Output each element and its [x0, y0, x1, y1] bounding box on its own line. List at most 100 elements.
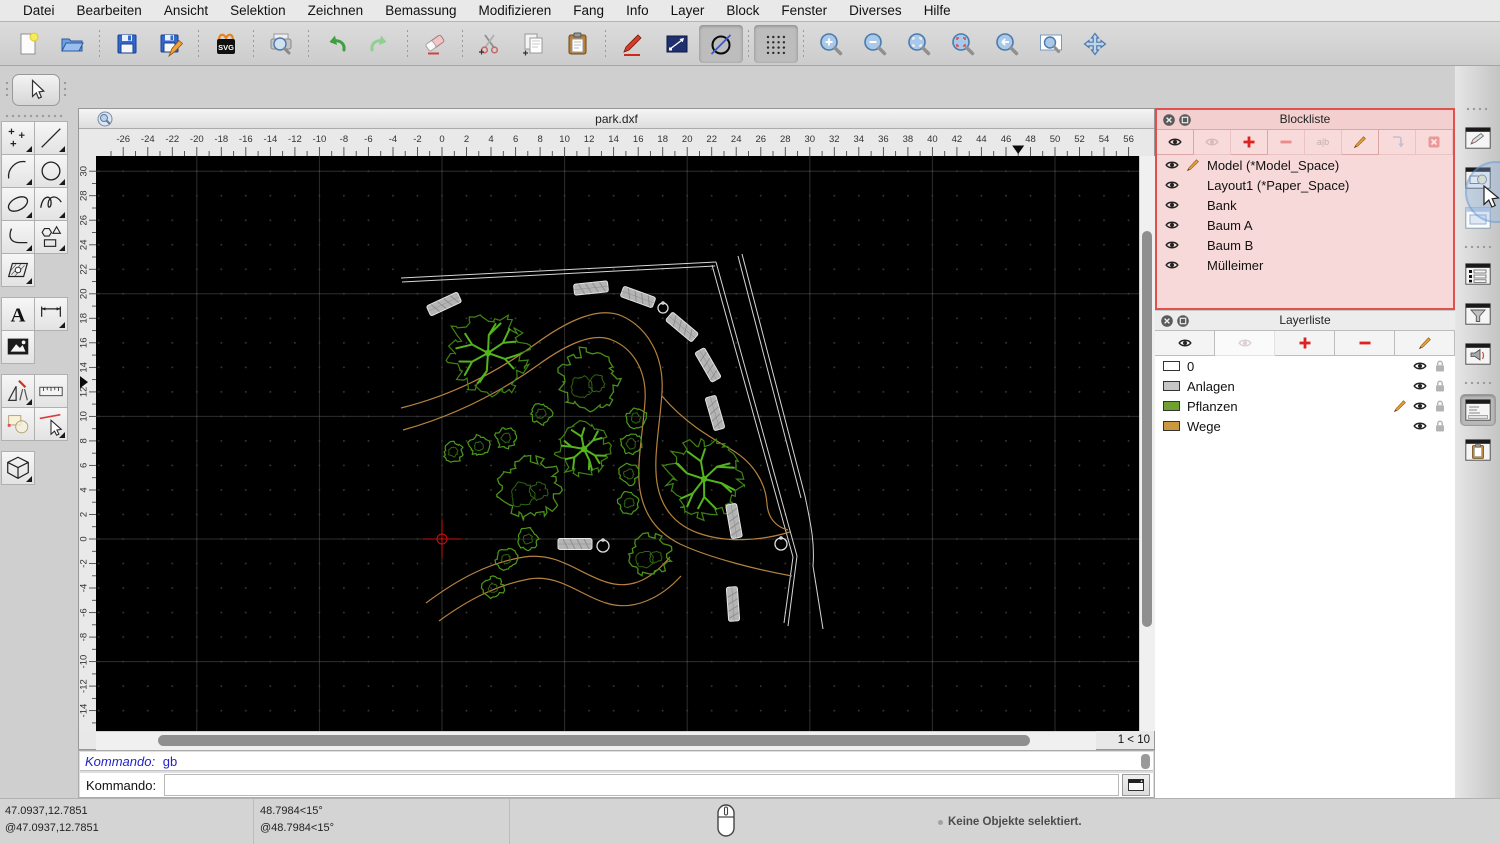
visibility-eye-icon[interactable] [1413, 419, 1427, 433]
layer-list-item[interactable]: 0 [1155, 356, 1455, 376]
menu-diverses[interactable]: Diverses [838, 0, 913, 22]
float-icon[interactable] [1176, 314, 1190, 328]
layer-list-item[interactable]: Pflanzen [1155, 396, 1455, 416]
visibility-eye-icon[interactable] [1165, 158, 1179, 172]
pan-button[interactable] [1073, 25, 1117, 63]
tool-image-button[interactable] [1, 330, 35, 364]
menu-selektion[interactable]: Selektion [219, 0, 297, 22]
horizontal-scrollbar-thumb[interactable] [158, 735, 1030, 746]
block-delete-button[interactable] [1416, 130, 1453, 155]
lock-icon[interactable] [1433, 399, 1447, 413]
dock-handle[interactable] [1464, 106, 1491, 112]
block-list-item[interactable]: Model (*Model_Space) [1157, 155, 1453, 175]
echo-dock-button[interactable] [1460, 338, 1496, 370]
redo-button[interactable] [358, 25, 402, 63]
block-list-item[interactable]: Bank [1157, 195, 1453, 215]
dock-handle[interactable] [4, 113, 66, 119]
menu-fang[interactable]: Fang [562, 0, 615, 22]
layer-hide-button[interactable] [1215, 331, 1275, 356]
layer-list-item[interactable]: Anlagen [1155, 376, 1455, 396]
zoom-window-button[interactable] [1029, 25, 1073, 63]
float-icon[interactable] [1178, 113, 1192, 127]
tool-modify-button[interactable] [1, 374, 35, 408]
menu-modifizieren[interactable]: Modifizieren [468, 0, 563, 22]
layer-color-swatch[interactable] [1163, 381, 1180, 391]
menu-datei[interactable]: Datei [12, 0, 66, 22]
tool-select-button[interactable] [1, 407, 35, 441]
zoom-selection-button[interactable] [941, 25, 985, 63]
blocklist-dock-button[interactable] [1460, 258, 1496, 290]
pen-dock-button[interactable] [1460, 122, 1496, 154]
filter-dock-button[interactable] [1460, 298, 1496, 330]
svg-export-button[interactable]: SVG [204, 25, 248, 63]
layer-add-button[interactable] [1275, 331, 1335, 356]
lock-icon[interactable] [1433, 379, 1447, 393]
zoom-in-button[interactable] [809, 25, 853, 63]
visibility-eye-icon[interactable] [1165, 178, 1179, 192]
open-file-button[interactable] [50, 25, 94, 63]
tool-dimension-button[interactable] [34, 297, 68, 331]
horizontal-scrollbar[interactable] [96, 731, 1096, 750]
visibility-eye-icon[interactable] [1413, 379, 1427, 393]
paste-button[interactable] [556, 25, 600, 63]
menu-zeichnen[interactable]: Zeichnen [297, 0, 375, 22]
save-as-button[interactable] [149, 25, 193, 63]
dock-handle[interactable] [62, 80, 68, 98]
vertical-scrollbar-thumb[interactable] [1142, 231, 1152, 627]
visibility-eye-icon[interactable] [1413, 359, 1427, 373]
menu-fenster[interactable]: Fenster [770, 0, 838, 22]
visibility-eye-icon[interactable] [1165, 218, 1179, 232]
block-list-item[interactable]: Layout1 (*Paper_Space) [1157, 175, 1453, 195]
undo-button[interactable] [314, 25, 358, 63]
delete-eraser-button[interactable] [413, 25, 457, 63]
lock-icon[interactable] [1433, 359, 1447, 373]
command-dock-button[interactable] [1459, 394, 1496, 426]
layer-color-swatch[interactable] [1163, 361, 1180, 371]
menu-layer[interactable]: Layer [660, 0, 716, 22]
tool-ellipse-button[interactable] [1, 187, 35, 221]
tool-circle-button[interactable] [34, 154, 68, 188]
save-button[interactable] [105, 25, 149, 63]
block-remove-button[interactable] [1268, 130, 1305, 155]
print-preview-button[interactable] [259, 25, 303, 63]
block-insert-button[interactable] [1379, 130, 1416, 155]
copy-button[interactable] [512, 25, 556, 63]
menu-bearbeiten[interactable]: Bearbeiten [66, 0, 153, 22]
zoom-previous-button[interactable] [985, 25, 1029, 63]
tool-points-button[interactable] [1, 121, 35, 155]
block-list-item[interactable]: Mülleimer [1157, 255, 1453, 275]
block-show-button[interactable] [1157, 130, 1194, 155]
clipboard-dock-button[interactable] [1460, 434, 1496, 466]
new-file-button[interactable] [6, 25, 50, 63]
drawing-canvas[interactable] [96, 156, 1139, 731]
tool-hatch-button[interactable] [1, 253, 35, 287]
tool-deselect-button[interactable] [34, 407, 68, 441]
block-hide-button[interactable] [1194, 130, 1231, 155]
menu-ansicht[interactable]: Ansicht [153, 0, 219, 22]
layer-color-swatch[interactable] [1163, 421, 1180, 431]
vertical-scrollbar[interactable] [1139, 156, 1155, 731]
block-list-item[interactable]: Baum A [1157, 215, 1453, 235]
close-icon[interactable] [1162, 113, 1176, 127]
selection-pointer-button[interactable] [12, 74, 60, 106]
block-list-item[interactable]: Baum B [1157, 235, 1453, 255]
visibility-eye-icon[interactable] [1165, 258, 1179, 272]
tool-line-button[interactable] [34, 121, 68, 155]
line-attributes-button[interactable] [655, 25, 699, 63]
close-icon[interactable] [1160, 314, 1174, 328]
tool-polygon-button[interactable] [34, 220, 68, 254]
pen-edit-button[interactable] [611, 25, 655, 63]
block-rename-button[interactable]: a|b [1305, 130, 1342, 155]
tool-text-button[interactable]: A [1, 297, 35, 331]
layer-remove-button[interactable] [1335, 331, 1395, 356]
layer-list-item[interactable]: Wege [1155, 416, 1455, 436]
tool-measure-button[interactable] [34, 374, 68, 408]
document-titlebar[interactable]: park.dxf [79, 109, 1154, 129]
cut-button[interactable] [468, 25, 512, 63]
lock-icon[interactable] [1433, 419, 1447, 433]
layer-show-button[interactable] [1155, 331, 1215, 356]
visibility-eye-icon[interactable] [1165, 198, 1179, 212]
visibility-eye-icon[interactable] [1165, 238, 1179, 252]
keyboard-toggle-button[interactable] [1122, 774, 1150, 796]
menu-bemassung[interactable]: Bemassung [374, 0, 467, 22]
